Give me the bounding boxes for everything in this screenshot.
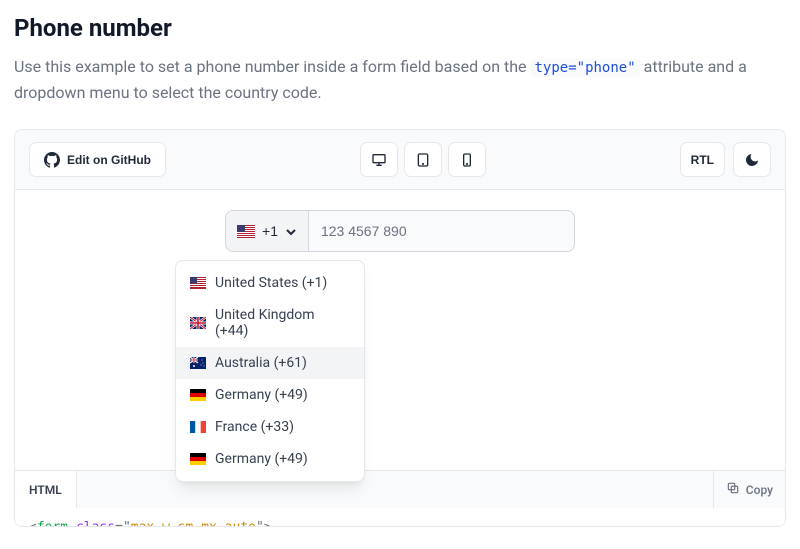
country-option-de-2[interactable]: Germany (+49) xyxy=(176,443,364,475)
code-tab-html[interactable]: HTML xyxy=(15,471,77,508)
country-dropdown: United States (+1) United Kingdom (+44) … xyxy=(175,260,365,482)
phone-input[interactable] xyxy=(309,210,575,252)
copy-label: Copy xyxy=(746,483,773,497)
country-option-fr[interactable]: France (+33) xyxy=(176,411,364,443)
phone-input-group: +1 United States (+1) United Kin xyxy=(225,210,575,430)
country-option-us[interactable]: United States (+1) xyxy=(176,267,364,299)
rtl-button[interactable]: RTL xyxy=(680,142,725,177)
viewport-group xyxy=(360,142,486,177)
moon-icon xyxy=(744,152,760,168)
flag-icon-us xyxy=(190,277,206,289)
flag-icon-au xyxy=(190,357,206,369)
country-option-au[interactable]: Australia (+61) xyxy=(176,347,364,379)
description: Use this example to set a phone number i… xyxy=(14,54,786,105)
example-panel: Edit on GitHub RTL xyxy=(14,129,786,527)
flag-icon-fr xyxy=(190,421,206,433)
dark-mode-button[interactable] xyxy=(733,142,771,177)
country-label: Australia (+61) xyxy=(215,355,307,371)
mobile-viewport-button[interactable] xyxy=(448,142,486,177)
code-preview: <form class="max-w-sm mx-auto"> xyxy=(15,508,785,526)
desktop-icon xyxy=(371,152,387,168)
mobile-icon xyxy=(459,152,475,168)
edit-on-github-button[interactable]: Edit on GitHub xyxy=(29,142,166,177)
copy-button[interactable]: Copy xyxy=(713,471,785,508)
flag-icon-de xyxy=(190,453,206,465)
toolbar: Edit on GitHub RTL xyxy=(15,130,785,190)
copy-icon xyxy=(726,481,740,498)
country-label: France (+33) xyxy=(215,419,294,435)
country-code-button[interactable]: +1 xyxy=(225,210,309,252)
flag-icon-us xyxy=(237,225,255,238)
code-bar: HTML Copy xyxy=(15,470,785,508)
github-icon xyxy=(44,152,60,168)
preview-area: +1 United States (+1) United Kin xyxy=(15,190,785,470)
country-label: United Kingdom (+44) xyxy=(215,307,350,339)
country-label: Germany (+49) xyxy=(215,387,308,403)
selected-code: +1 xyxy=(262,223,278,239)
tablet-icon xyxy=(415,152,431,168)
tablet-viewport-button[interactable] xyxy=(404,142,442,177)
desktop-viewport-button[interactable] xyxy=(360,142,398,177)
country-label: Germany (+49) xyxy=(215,451,308,467)
country-option-de[interactable]: Germany (+49) xyxy=(176,379,364,411)
chevron-down-icon xyxy=(285,225,297,237)
country-option-gb[interactable]: United Kingdom (+44) xyxy=(176,299,364,347)
rtl-label: RTL xyxy=(691,153,714,167)
github-label: Edit on GitHub xyxy=(67,153,151,167)
flag-icon-de xyxy=(190,389,206,401)
country-label: United States (+1) xyxy=(215,275,327,291)
flag-icon-gb xyxy=(190,317,206,329)
desc-code: type="phone" xyxy=(531,59,640,77)
desc-prefix: Use this example to set a phone number i… xyxy=(14,57,531,76)
page-title: Phone number xyxy=(14,14,786,42)
